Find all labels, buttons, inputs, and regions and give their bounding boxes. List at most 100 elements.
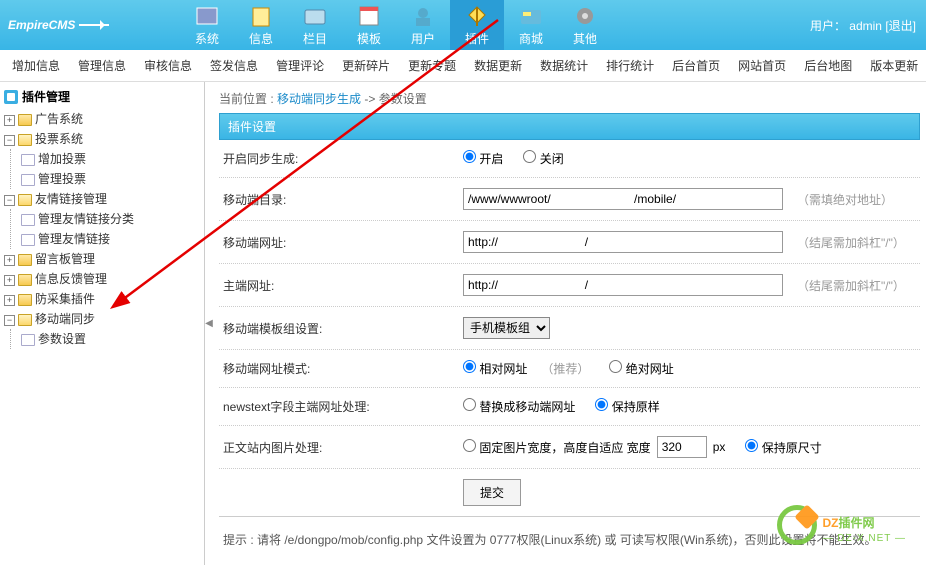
tree-toggle[interactable]: + xyxy=(4,295,15,306)
murl-tip: （结尾需加斜杠"/"） xyxy=(797,234,905,251)
tree-node-增加投票[interactable]: 增加投票 xyxy=(21,149,200,169)
img-keep[interactable]: 保持原尺寸 xyxy=(745,439,821,456)
topnav-商城[interactable]: 商城 xyxy=(504,0,558,50)
tree-toggle[interactable]: − xyxy=(4,135,15,146)
topnav-模板[interactable]: 模板 xyxy=(342,0,396,50)
subnav-数据更新[interactable]: 数据更新 xyxy=(474,57,522,74)
topnav-icon xyxy=(409,4,437,28)
tree-toggle[interactable]: + xyxy=(4,115,15,126)
enable-on[interactable]: 开启 xyxy=(463,150,503,167)
tree-toggle[interactable]: + xyxy=(4,275,15,286)
topnav-icon xyxy=(247,4,275,28)
topnav-icon xyxy=(571,4,599,28)
tree-root: +广告系统−投票系统增加投票管理投票−友情链接管理管理友情链接分类管理友情链接+… xyxy=(4,109,200,349)
tree-node-管理友情链接分类[interactable]: 管理友情链接分类 xyxy=(21,209,200,229)
tree-node-信息反馈管理[interactable]: +信息反馈管理 xyxy=(4,269,200,289)
folder-icon xyxy=(18,194,32,206)
subnav-增加信息[interactable]: 增加信息 xyxy=(12,57,60,74)
tree-node-投票系统[interactable]: −投票系统增加投票管理投票 xyxy=(4,129,200,189)
purl-input[interactable] xyxy=(463,274,783,296)
folder-icon xyxy=(18,274,32,286)
top-nav: 系统信息栏目模板用户插件商城其他 xyxy=(180,0,810,50)
subnav-后台首页[interactable]: 后台首页 xyxy=(672,57,720,74)
file-icon xyxy=(21,334,35,346)
mdir-tip: （需填绝对地址） xyxy=(797,191,893,208)
subnav-管理评论[interactable]: 管理评论 xyxy=(276,57,324,74)
file-icon xyxy=(21,154,35,166)
subnav-签发信息[interactable]: 签发信息 xyxy=(210,57,258,74)
img-label: 正文站内图片处理: xyxy=(223,439,463,456)
subnav-后台地图[interactable]: 后台地图 xyxy=(804,57,852,74)
murl-input[interactable] xyxy=(463,231,783,253)
folder-icon xyxy=(18,314,32,326)
tree-node-移动端同步[interactable]: −移动端同步参数设置 xyxy=(4,309,200,349)
tree-toggle[interactable]: − xyxy=(4,315,15,326)
user-name-link[interactable]: admin xyxy=(849,19,882,33)
enable-off[interactable]: 关闭 xyxy=(523,150,563,167)
purl-label: 主端网址: xyxy=(223,277,463,294)
tree-toggle[interactable]: − xyxy=(4,195,15,206)
subnav-更新碎片[interactable]: 更新碎片 xyxy=(342,57,390,74)
news-replace[interactable]: 替换成移动端网址 xyxy=(463,398,575,415)
tree-node-友情链接管理[interactable]: −友情链接管理管理友情链接分类管理友情链接 xyxy=(4,189,200,249)
topnav-icon xyxy=(517,4,545,28)
tree-node-参数设置[interactable]: 参数设置 xyxy=(21,329,200,349)
top-bar: EmpireCMS 系统信息栏目模板用户插件商城其他 用户： admin [退出… xyxy=(0,0,926,50)
folder-icon xyxy=(18,254,32,266)
plugin-icon xyxy=(4,90,18,104)
subnav-管理信息[interactable]: 管理信息 xyxy=(78,57,126,74)
sidebar: 插件管理 +广告系统−投票系统增加投票管理投票−友情链接管理管理友情链接分类管理… xyxy=(0,82,205,565)
img-fix[interactable]: 固定图片宽度，高度自适应 宽度 xyxy=(463,439,651,456)
subnav-审核信息[interactable]: 审核信息 xyxy=(144,57,192,74)
tree-node-管理友情链接[interactable]: 管理友情链接 xyxy=(21,229,200,249)
tree-node-防采集插件[interactable]: +防采集插件 xyxy=(4,289,200,309)
user-box: 用户： admin [退出] xyxy=(810,17,926,34)
topnav-信息[interactable]: 信息 xyxy=(234,0,288,50)
topnav-其他[interactable]: 其他 xyxy=(558,0,612,50)
murl-label: 移动端网址: xyxy=(223,234,463,251)
topnav-icon xyxy=(193,4,221,28)
file-icon xyxy=(21,234,35,246)
file-icon xyxy=(21,214,35,226)
watermark-icon xyxy=(777,505,817,545)
breadcrumb: 当前位置 : 移动端同步生成 -> 参数设置 xyxy=(219,90,920,107)
enable-label: 开启同步生成: xyxy=(223,150,463,167)
img-width-input[interactable] xyxy=(657,436,707,458)
topnav-插件[interactable]: 插件 xyxy=(450,0,504,50)
mode-abs[interactable]: 绝对网址 xyxy=(609,360,673,377)
mdir-input[interactable] xyxy=(463,188,783,210)
sidebar-title: 插件管理 xyxy=(4,88,200,105)
mode-label: 移动端网址模式: xyxy=(223,360,463,377)
topnav-用户[interactable]: 用户 xyxy=(396,0,450,50)
file-icon xyxy=(21,174,35,186)
panel-header: 插件设置 xyxy=(219,113,920,140)
crumb-current: 参数设置 xyxy=(379,92,427,106)
submit-button[interactable]: 提交 xyxy=(463,479,521,506)
subnav-更新专题[interactable]: 更新专题 xyxy=(408,57,456,74)
crumb-link[interactable]: 移动端同步生成 xyxy=(277,92,361,106)
subnav-网站首页[interactable]: 网站首页 xyxy=(738,57,786,74)
subnav-数据统计[interactable]: 数据统计 xyxy=(540,57,588,74)
mode-rel[interactable]: 相对网址 xyxy=(463,360,527,377)
topnav-栏目[interactable]: 栏目 xyxy=(288,0,342,50)
purl-tip: （结尾需加斜杠"/"） xyxy=(797,277,905,294)
tree-node-管理投票[interactable]: 管理投票 xyxy=(21,169,200,189)
brand-logo: EmpireCMS xyxy=(0,18,180,32)
tree-node-广告系统[interactable]: +广告系统 xyxy=(4,109,200,129)
folder-icon xyxy=(18,134,32,146)
user-label: 用户： xyxy=(810,19,846,33)
news-keep[interactable]: 保持原样 xyxy=(595,398,659,415)
watermark: DZ插件网 — DZ-X.NET — xyxy=(777,505,906,545)
splitter-handle[interactable]: ◀ xyxy=(205,82,213,565)
topnav-icon xyxy=(301,4,329,28)
tree-node-留言板管理[interactable]: +留言板管理 xyxy=(4,249,200,269)
folder-icon xyxy=(18,114,32,126)
tpl-select[interactable]: 手机模板组 xyxy=(463,317,550,339)
tree-toggle[interactable]: + xyxy=(4,255,15,266)
topnav-系统[interactable]: 系统 xyxy=(180,0,234,50)
logout-link[interactable]: [退出] xyxy=(885,19,916,33)
tpl-label: 移动端模板组设置: xyxy=(223,320,463,337)
subnav-版本更新[interactable]: 版本更新 xyxy=(870,57,918,74)
sub-nav: 增加信息 管理信息 审核信息 签发信息 管理评论 更新碎片 更新专题 数据更新 数据统计 排行统计… xyxy=(0,50,926,82)
subnav-排行统计[interactable]: 排行统计 xyxy=(606,57,654,74)
